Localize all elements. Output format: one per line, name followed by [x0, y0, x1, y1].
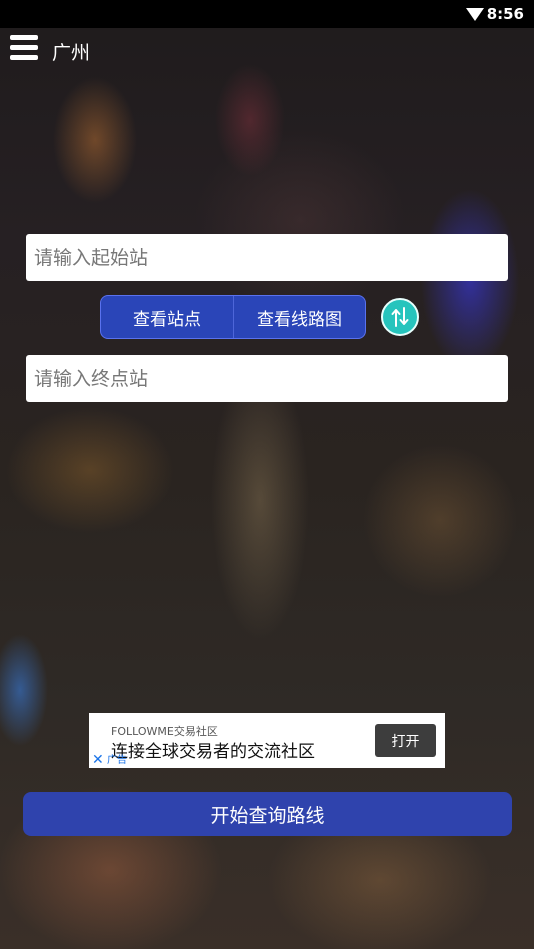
view-line-map-button[interactable]: 查看线路图: [234, 296, 365, 338]
city-title: 广州: [52, 42, 91, 64]
menu-icon[interactable]: [10, 35, 38, 61]
swap-icon: [391, 307, 409, 327]
start-station-input[interactable]: [26, 234, 508, 281]
start-query-button[interactable]: 开始查询路线: [23, 792, 512, 836]
end-station-input[interactable]: [26, 355, 508, 402]
view-segment-control: 查看站点 查看线路图: [100, 295, 366, 339]
ad-label: 广告: [107, 755, 127, 766]
ad-open-button[interactable]: 打开: [375, 724, 436, 757]
ad-text: 连接全球交易者的交流社区: [111, 742, 315, 762]
status-time: 8:56: [486, 5, 524, 23]
view-stations-button[interactable]: 查看站点: [101, 296, 234, 338]
swap-stations-button[interactable]: [381, 298, 419, 336]
ad-close-icon[interactable]: ✕: [92, 753, 104, 767]
top-bar: 广州: [0, 28, 534, 72]
status-bar: 8:56: [0, 0, 534, 28]
ad-banner[interactable]: FOLLOWME交易社区 连接全球交易者的交流社区 打开 ✕ 广告: [89, 713, 445, 768]
wifi-icon: [466, 8, 484, 21]
